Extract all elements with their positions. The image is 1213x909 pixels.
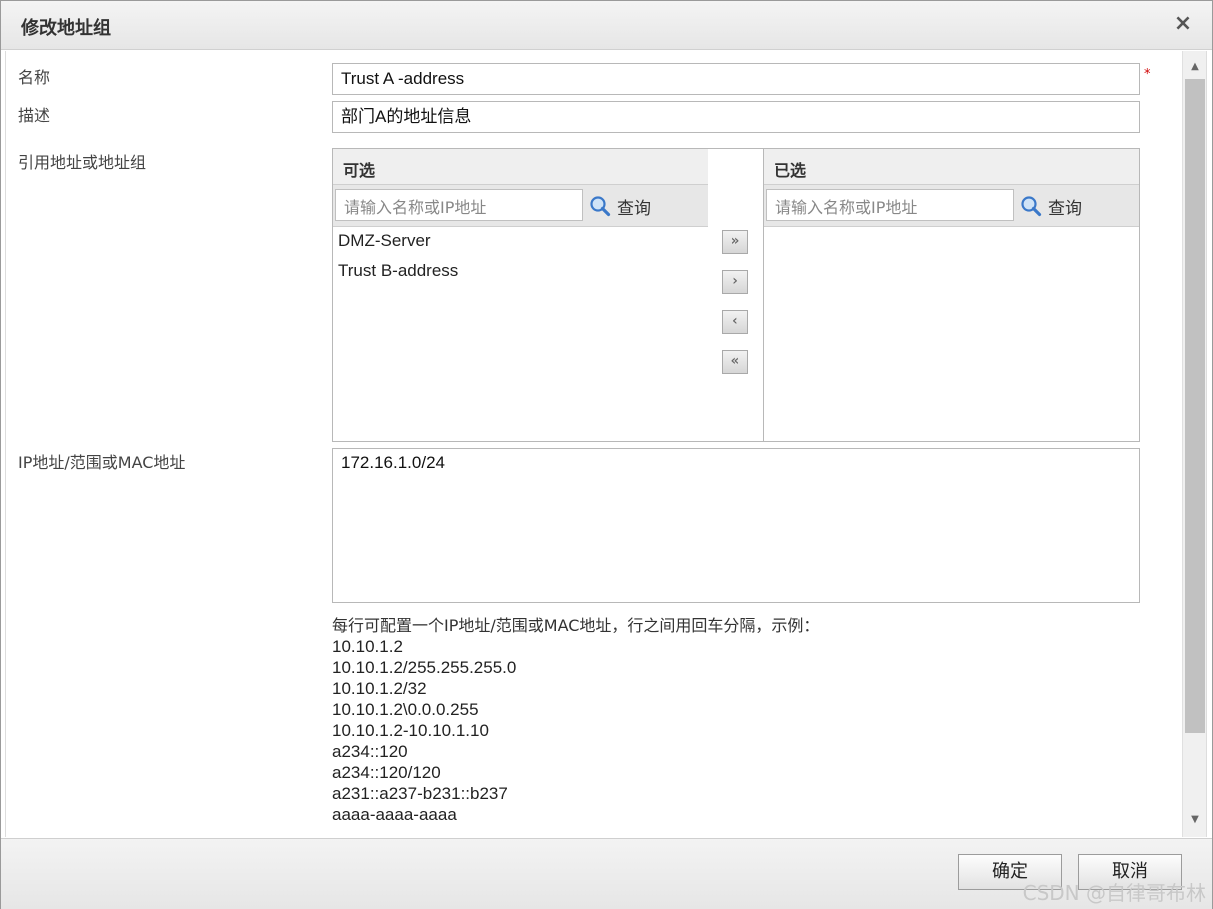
hint-example: a234::120 <box>332 742 408 761</box>
remove-all-button[interactable]: « <box>722 350 748 374</box>
dialog-titlebar: 修改地址组 × <box>1 1 1212 50</box>
watermark: CSDN @自律哥布林 <box>1022 881 1206 905</box>
list-item[interactable]: Trust B-address <box>333 257 708 287</box>
vertical-scrollbar[interactable]: ▲ ▼ <box>1182 51 1206 837</box>
edit-address-group-dialog: 修改地址组 × 名称 Trust A -address * 描述 部门A的地址信… <box>0 0 1213 909</box>
list-item[interactable]: DMZ-Server <box>333 227 708 257</box>
scroll-up-icon[interactable]: ▲ <box>1183 56 1206 78</box>
transfer-buttons-panel: » › ‹ « <box>708 148 764 442</box>
scroll-thumb[interactable] <box>1185 79 1205 733</box>
magnifier-icon <box>1021 196 1042 217</box>
available-items: DMZ-Server Trust B-address <box>333 227 708 287</box>
close-icon[interactable]: × <box>1172 13 1194 35</box>
hint-text: 每行可配置一个IP地址/范围或MAC地址，行之间用回车分隔，示例： <box>332 616 820 635</box>
hint-example: aaaa-aaaa-aaaa <box>332 805 457 824</box>
scroll-down-icon[interactable]: ▼ <box>1183 809 1206 831</box>
hint-example: 10.10.1.2/32 <box>332 679 427 698</box>
selected-list-panel: 已选 请输入名称或IP地址 查询 <box>763 148 1140 442</box>
reference-label: 引用地址或地址组 <box>18 153 147 172</box>
remove-button[interactable]: ‹ <box>722 310 748 334</box>
ip-range-mac-textarea[interactable]: 172.16.1.0/24 <box>332 448 1140 603</box>
name-label: 名称 <box>18 68 51 87</box>
dialog-footer: 确定 取消 CSDN @自律哥布林 <box>1 838 1212 909</box>
available-search-bar: 请输入名称或IP地址 查询 <box>333 185 708 227</box>
available-list-panel: 可选 请输入名称或IP地址 查询 DMZ-Server Trust B-addr… <box>332 148 709 442</box>
hint-example: 10.10.1.2 <box>332 637 403 656</box>
selected-list-header: 已选 <box>764 149 1139 185</box>
available-search-input[interactable]: 请输入名称或IP地址 <box>335 189 583 221</box>
ip-range-mac-label: IP地址/范围或MAC地址 <box>18 453 186 472</box>
dialog-title: 修改地址组 <box>21 18 111 39</box>
available-search-label: 查询 <box>617 198 651 219</box>
description-label: 描述 <box>18 106 51 125</box>
selected-search-bar: 请输入名称或IP地址 查询 <box>764 185 1139 227</box>
hint-example: 10.10.1.2-10.10.1.10 <box>332 721 489 740</box>
magnifier-icon <box>590 196 611 217</box>
selected-search-button[interactable]: 查询 <box>1020 193 1082 219</box>
available-list-header: 可选 <box>333 149 708 185</box>
selected-search-label: 查询 <box>1048 198 1082 219</box>
add-all-button[interactable]: » <box>722 230 748 254</box>
required-mark: * <box>1144 67 1151 82</box>
name-field[interactable]: Trust A -address <box>332 63 1140 95</box>
hint-example: 10.10.1.2\0.0.0.255 <box>332 700 479 719</box>
add-button[interactable]: › <box>722 270 748 294</box>
format-hint: 每行可配置一个IP地址/范围或MAC地址，行之间用回车分隔，示例： 10.10.… <box>332 615 819 825</box>
dialog-body: 名称 Trust A -address * 描述 部门A的地址信息 引用地址或地… <box>5 51 1207 837</box>
hint-example: a234::120/120 <box>332 763 441 782</box>
description-field[interactable]: 部门A的地址信息 <box>332 101 1140 133</box>
available-search-button[interactable]: 查询 <box>589 193 651 219</box>
selected-search-input[interactable]: 请输入名称或IP地址 <box>766 189 1014 221</box>
hint-example: a231::a237-b231::b237 <box>332 784 508 803</box>
hint-example: 10.10.1.2/255.255.255.0 <box>332 658 517 677</box>
